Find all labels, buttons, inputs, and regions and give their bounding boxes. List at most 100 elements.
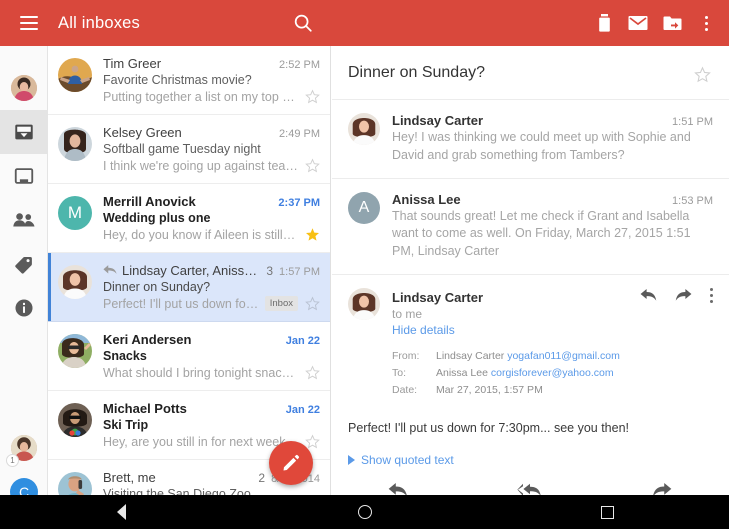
from-email[interactable]: yogafan011@gmail.com [507, 350, 620, 362]
navigation-rail: 1 C [0, 46, 48, 506]
star-outline-icon[interactable] [305, 434, 320, 449]
sidebar-item-inbox[interactable] [0, 110, 48, 154]
rail-account-avatar[interactable] [0, 66, 48, 110]
contacts-icon [13, 213, 35, 227]
show-quoted-text-toggle[interactable]: Show quoted text [332, 439, 729, 467]
message-actions [640, 287, 713, 303]
subject: Wedding plus one [103, 211, 211, 225]
message-count: 2 [258, 471, 266, 485]
android-navigation-bar [0, 495, 729, 529]
to-value: Anissa Lee corgisforever@yahoo.com [436, 367, 620, 384]
message-collapsed[interactable]: Lindsay Carter 1:51 PM Hey! I was thinki… [332, 100, 729, 179]
sidebar-item-outbox[interactable] [0, 154, 48, 198]
table-row[interactable]: Kelsey Green 2:49 PM Softball game Tuesd… [48, 115, 330, 184]
sender-name: Keri Andersen [103, 332, 192, 347]
from-name: Lindsay Carter [436, 350, 505, 363]
message-snippet: That sounds great! Let me check if Grant… [392, 208, 691, 259]
message-overflow-icon[interactable] [710, 287, 713, 303]
avatar [58, 403, 92, 437]
rail-secondary-account-avatar[interactable]: 1 [0, 426, 48, 470]
reply-icon [388, 483, 407, 495]
table-row[interactable]: Tim Greer 2:52 PM Favorite Christmas mov… [48, 46, 330, 115]
star-filled-icon[interactable] [305, 227, 320, 242]
star-outline-icon[interactable] [305, 89, 320, 104]
sidebar-item-info[interactable] [0, 286, 48, 330]
overflow-menu-icon[interactable] [689, 0, 723, 46]
email-list[interactable]: Tim Greer 2:52 PM Favorite Christmas mov… [48, 46, 331, 495]
recents-icon [601, 505, 614, 519]
avatar-initial: A [348, 191, 380, 224]
row-content: Tim Greer 2:52 PM Favorite Christmas mov… [103, 56, 320, 104]
table-row-selected[interactable]: Lindsay Carter, Anissa Lee 3 1:57 PM Din… [48, 253, 330, 322]
compose-button[interactable] [269, 441, 313, 485]
move-to-folder-icon[interactable] [655, 0, 689, 46]
conversation-pane: Dinner on Sunday? Lindsay Carter 1:51 PM [332, 46, 729, 495]
page-title: All inboxes [58, 13, 140, 32]
home-icon [357, 505, 372, 519]
details-from-row: From: Lindsay Carter yogafan011@gmail.co… [392, 350, 620, 367]
reply-indicator-icon [103, 265, 117, 274]
message-expanded: Lindsay Carter to me Hide details From: … [332, 275, 729, 402]
nav-back-button[interactable] [92, 495, 152, 529]
from-value: Lindsay Carter yogafan011@gmail.com [436, 350, 620, 367]
date-label: Date: [392, 384, 418, 397]
mark-unread-icon[interactable] [621, 0, 655, 46]
snippet: Putting together a list on my top christ… [103, 89, 298, 104]
nav-recents-button[interactable] [578, 495, 638, 529]
sidebar-item-contacts[interactable] [0, 198, 48, 242]
outbox-icon [14, 168, 34, 184]
gmail-tablet-screen: All inboxes 1 C Tim Greer 2:52 PM Favori… [0, 0, 729, 529]
table-row[interactable]: M Merrill Anovick 2:37 PM Wedding plus o… [48, 184, 330, 253]
sender-name: Lindsay Carter [392, 113, 484, 128]
sender-name: Kelsey Green [103, 125, 182, 140]
star-outline-icon[interactable] [694, 66, 711, 83]
pencil-icon [283, 455, 299, 471]
to-label: To: [392, 367, 407, 380]
to-name: Anissa Lee [436, 367, 488, 380]
sidebar-item-labels[interactable] [0, 242, 48, 286]
delete-icon[interactable] [587, 0, 621, 46]
subject: Ski Trip [103, 418, 149, 432]
message-details: From: Lindsay Carter yogafan011@gmail.co… [392, 350, 713, 401]
avatar [348, 287, 380, 320]
subject: Visiting the San Diego Zoo [103, 487, 251, 495]
date: Jan 22 [285, 335, 320, 347]
forward-icon[interactable] [675, 288, 692, 302]
hide-details-link[interactable]: Hide details [392, 323, 713, 337]
hamburger-icon[interactable] [6, 0, 52, 46]
recipient-line: to me [392, 307, 423, 322]
star-outline-icon[interactable] [305, 158, 320, 173]
toolbar-reply-all-button[interactable] [464, 481, 596, 495]
message-snippet: Hey! I was thinking we could meet up wit… [392, 130, 691, 162]
inbox-icon [15, 124, 33, 140]
conversation-action-toolbar [332, 481, 729, 495]
avatar: A [348, 191, 380, 224]
conversation-subject: Dinner on Sunday? [348, 64, 485, 81]
subject: Dinner on Sunday? [103, 280, 211, 294]
message-content: Anissa Lee 1:53 PM That sounds great! Le… [392, 192, 713, 261]
back-icon [117, 504, 126, 520]
toolbar-reply-button[interactable] [332, 481, 464, 495]
sender-name: Tim Greer [103, 56, 162, 71]
date: 1:57 PM [279, 266, 320, 278]
details-date-row: Date: Mar 27, 2015, 1:57 PM [392, 384, 620, 401]
table-row[interactable]: Keri Andersen Jan 22 Snacks What should … [48, 322, 330, 391]
date: 2:49 PM [279, 128, 320, 140]
date: Jan 22 [285, 404, 320, 416]
avatar: M [58, 196, 92, 230]
row-content: Merrill Anovick 2:37 PM Wedding plus one… [103, 194, 320, 242]
search-icon[interactable] [292, 12, 314, 34]
reply-icon[interactable] [640, 288, 657, 302]
sender-name: Brett, me [103, 470, 156, 485]
star-outline-icon[interactable] [305, 296, 320, 311]
snippet: Hey, are you still in for next week's sk… [103, 434, 298, 449]
star-outline-icon[interactable] [305, 365, 320, 380]
label-chip: Inbox [264, 296, 298, 311]
message-content: Lindsay Carter 1:51 PM Hey! I was thinki… [392, 113, 713, 165]
toolbar-forward-button[interactable] [596, 481, 728, 495]
snippet: What should I bring tonight snack wise? … [103, 365, 298, 380]
nav-home-button[interactable] [335, 495, 395, 529]
details-to-row: To: Anissa Lee corgisforever@yahoo.com [392, 367, 620, 384]
message-collapsed[interactable]: A Anissa Lee 1:53 PM That sounds great! … [332, 179, 729, 275]
to-email[interactable]: corgisforever@yahoo.com [491, 367, 614, 379]
